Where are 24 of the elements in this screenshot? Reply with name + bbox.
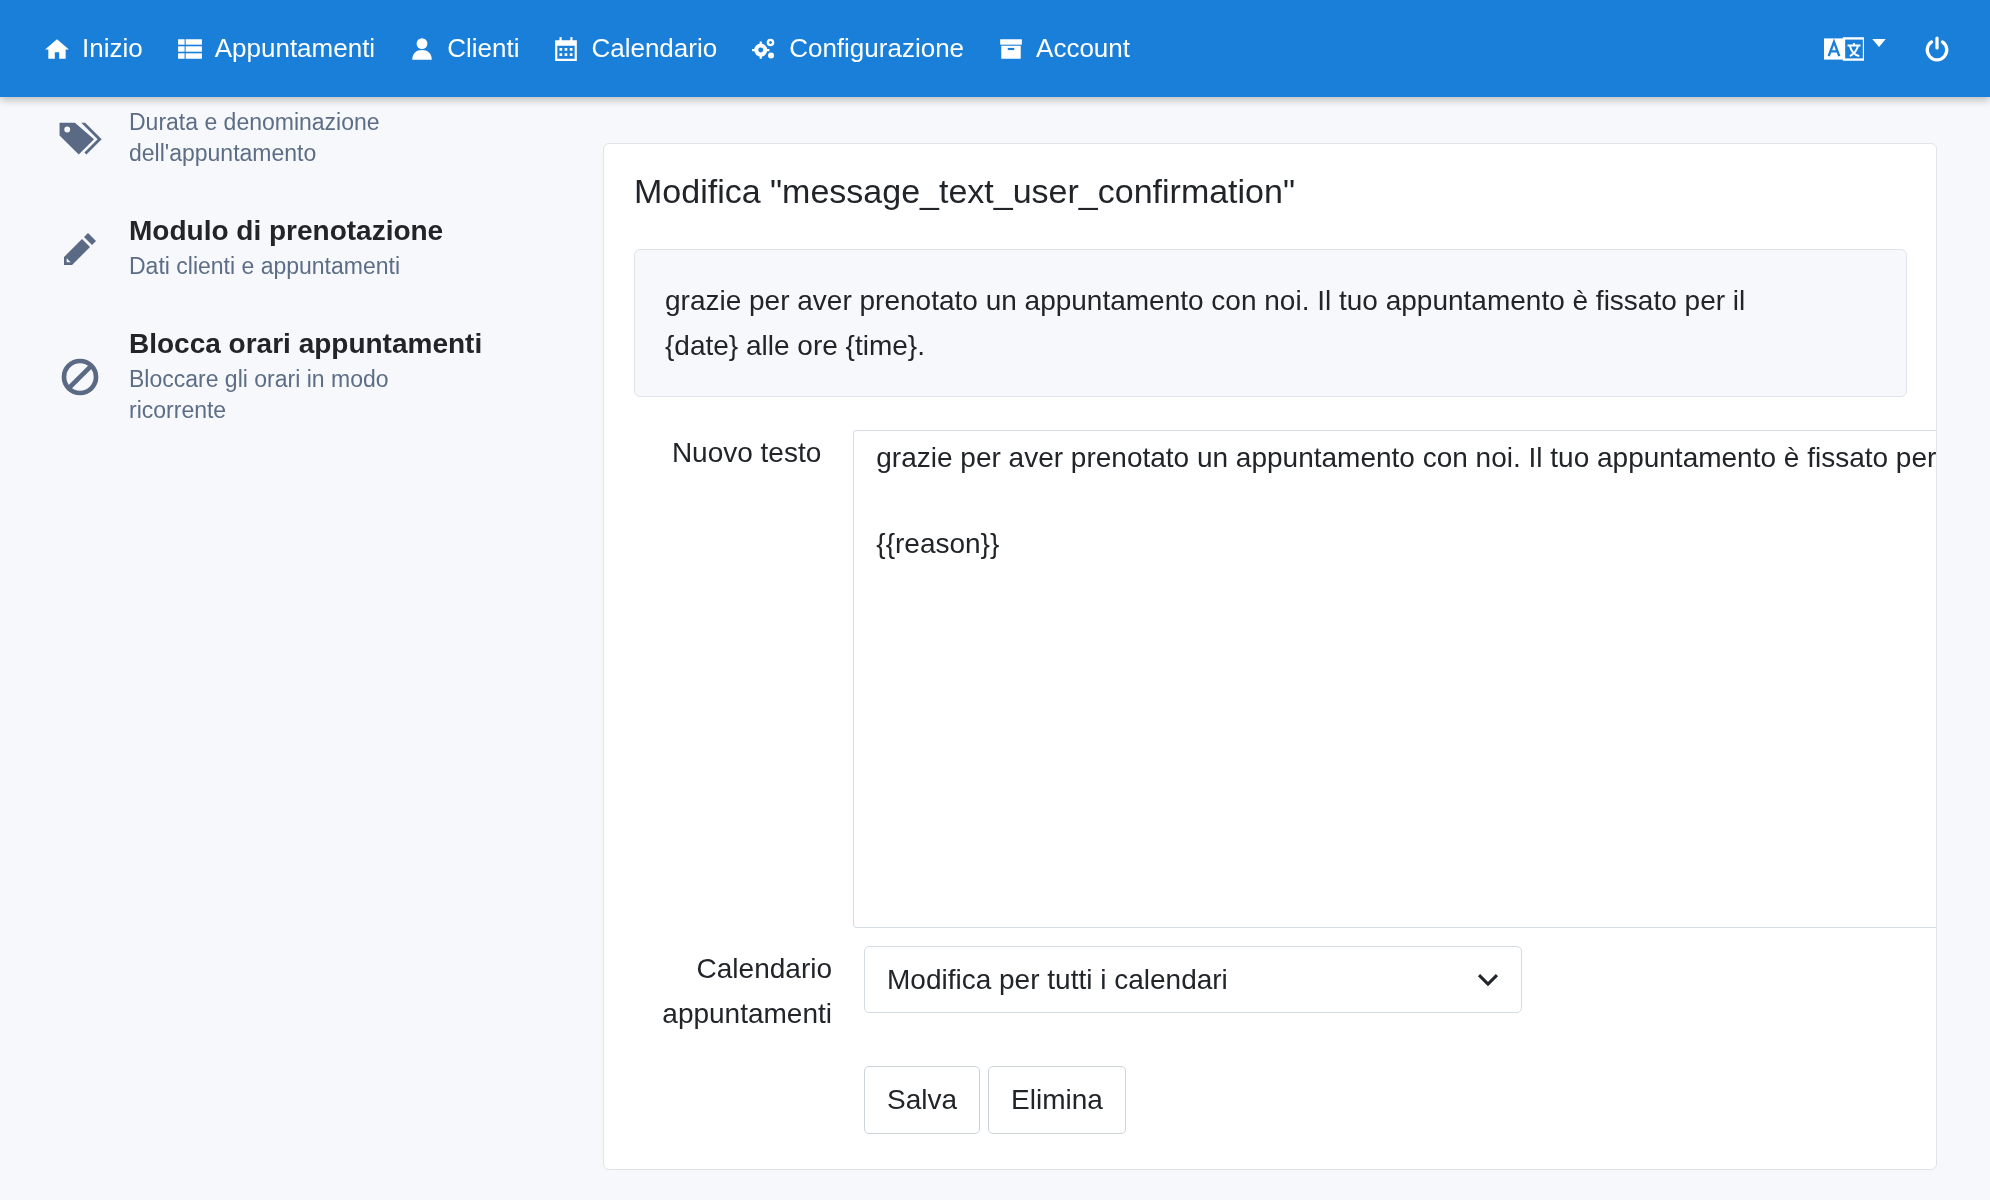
sidebar-item[interactable]: Modulo di prenotazione Dati clienti e appuntamenti	[53, 205, 603, 292]
nav-link[interactable]: Clienti	[409, 33, 520, 64]
translate-icon	[1824, 35, 1864, 62]
calendar-select[interactable]: Modifica per tutti i calendari	[864, 946, 1522, 1013]
sidebar-item[interactable]: Blocca orari appuntamenti Bloccare gli orari in modo ricorrente	[53, 318, 603, 436]
caret-icon	[1872, 38, 1886, 48]
text-area[interactable]: grazie per aver prenotato un appuntamento con noi. Il tuo appuntamento è fissato per {{reason}}	[853, 430, 1936, 928]
power-button[interactable]	[1924, 35, 1950, 62]
power-icon	[1924, 35, 1950, 62]
nav-link[interactable]: Calendario	[553, 33, 718, 64]
field-label: Calendario appuntamenti	[661, 952, 832, 1031]
button[interactable]: Salva	[864, 1066, 981, 1134]
field-label: Nuovo testo	[670, 436, 822, 470]
nav-link[interactable]: Appuntamenti	[176, 33, 376, 64]
current-text: grazie per aver prenotato un appuntamento con noi. Il tuo appuntamento è fissato per il {date} alle ore {time}.	[634, 249, 1907, 397]
sidebar-item[interactable]: Durata e denominazione dell'appuntamento	[53, 97, 603, 179]
nav-link[interactable]: Configurazione	[751, 33, 965, 64]
calendar-icon	[553, 35, 580, 62]
nav-link[interactable]: Account	[998, 33, 1130, 64]
card-title: Modifica "message_text_user_confirmation"	[634, 172, 1296, 211]
chevron-down-icon	[1477, 972, 1499, 987]
button[interactable]: Elimina	[988, 1066, 1126, 1134]
language-menu[interactable]	[1824, 35, 1886, 62]
nav-link[interactable]: Inizio	[44, 33, 143, 64]
